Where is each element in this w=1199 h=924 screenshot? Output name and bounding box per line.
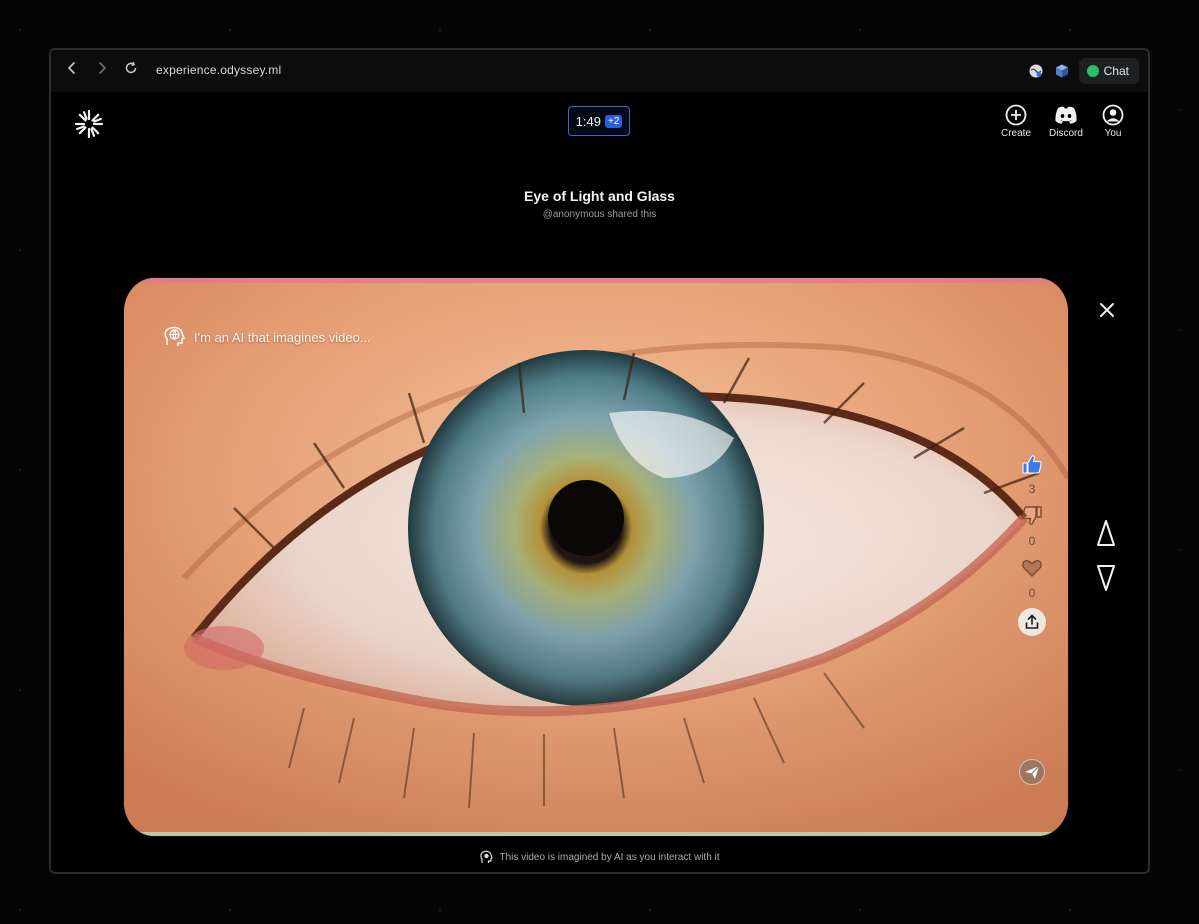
ai-head-icon xyxy=(480,850,494,863)
ai-disclaimer-text: This video is imagined by AI as you inte… xyxy=(499,851,720,863)
video-player[interactable]: I'm an AI that imagines video... 3 0 0 xyxy=(124,278,1068,836)
create-label: Create xyxy=(1000,128,1031,139)
session-timer: 1:49 +2 xyxy=(568,106,630,136)
triangle-up-icon xyxy=(1097,520,1115,546)
video-title: Eye of Light and Glass xyxy=(524,188,675,204)
chat-bubble-icon xyxy=(1086,65,1099,77)
reload-icon xyxy=(125,61,137,74)
like-count: 3 xyxy=(1028,482,1036,496)
next-video-button[interactable] xyxy=(1095,563,1117,598)
address-bar[interactable]: experience.odyssey.ml xyxy=(156,63,281,77)
dislike-button[interactable]: 0 xyxy=(1012,504,1052,556)
reaction-rail: 3 0 0 xyxy=(1012,452,1052,636)
send-prompt-button[interactable] xyxy=(1012,758,1052,788)
video-author: @anonymous shared this xyxy=(542,209,657,220)
like-button[interactable]: 3 xyxy=(1012,452,1052,504)
heart-button[interactable]: 0 xyxy=(1012,556,1052,608)
profile-button[interactable]: You xyxy=(1088,104,1138,139)
chevron-left-icon xyxy=(67,62,75,74)
feed-navigation xyxy=(1095,518,1117,598)
app-content: 1:49 +2 Create Discord You Eye of Light … xyxy=(51,92,1148,872)
discord-icon xyxy=(1055,106,1077,124)
heart-count: 0 xyxy=(1028,586,1036,600)
chat-button[interactable]: Chat xyxy=(1078,58,1139,84)
user-circle-icon xyxy=(1102,104,1124,126)
discord-label: Discord xyxy=(1049,128,1083,139)
paper-plane-icon xyxy=(1019,759,1045,785)
dislike-count: 0 xyxy=(1028,534,1036,548)
ai-disclaimer: This video is imagined by AI as you inte… xyxy=(51,850,1148,864)
create-button[interactable]: Create xyxy=(991,104,1041,139)
share-button[interactable] xyxy=(1018,608,1046,636)
timer-value: 1:49 xyxy=(575,113,601,129)
back-button[interactable] xyxy=(62,61,82,81)
previous-video-button[interactable] xyxy=(1095,518,1117,553)
eye-video-image xyxy=(124,278,1068,836)
profile-label: You xyxy=(1104,128,1122,139)
thumbs-up-icon xyxy=(1022,455,1042,474)
thumbs-down-icon xyxy=(1022,506,1042,525)
chevron-right-icon xyxy=(99,62,107,74)
discord-button[interactable]: Discord xyxy=(1041,104,1091,139)
browser-toolbar: experience.odyssey.ml Chat xyxy=(51,50,1148,93)
triangle-down-icon xyxy=(1097,565,1115,591)
close-button[interactable] xyxy=(1096,299,1118,321)
browser-window: experience.odyssey.ml Chat 1:49 +2 Creat… xyxy=(49,48,1150,874)
close-icon xyxy=(1100,303,1114,317)
reload-button[interactable] xyxy=(121,61,141,81)
share-upload-icon xyxy=(1025,614,1039,629)
plus-circle-icon xyxy=(1005,104,1027,126)
ai-head-globe-icon xyxy=(164,326,186,346)
timer-bonus-badge: +2 xyxy=(604,114,623,128)
forward-button[interactable] xyxy=(92,61,112,81)
ai-caption-text: I'm an AI that imagines video... xyxy=(194,329,371,345)
extension-cube-icon[interactable] xyxy=(1054,63,1070,79)
odyssey-logo-icon[interactable] xyxy=(74,109,104,139)
heart-icon xyxy=(1022,560,1042,577)
chat-label: Chat xyxy=(1103,64,1129,78)
extension-globe-icon[interactable] xyxy=(1028,63,1044,79)
ai-caption: I'm an AI that imagines video... xyxy=(162,325,371,349)
